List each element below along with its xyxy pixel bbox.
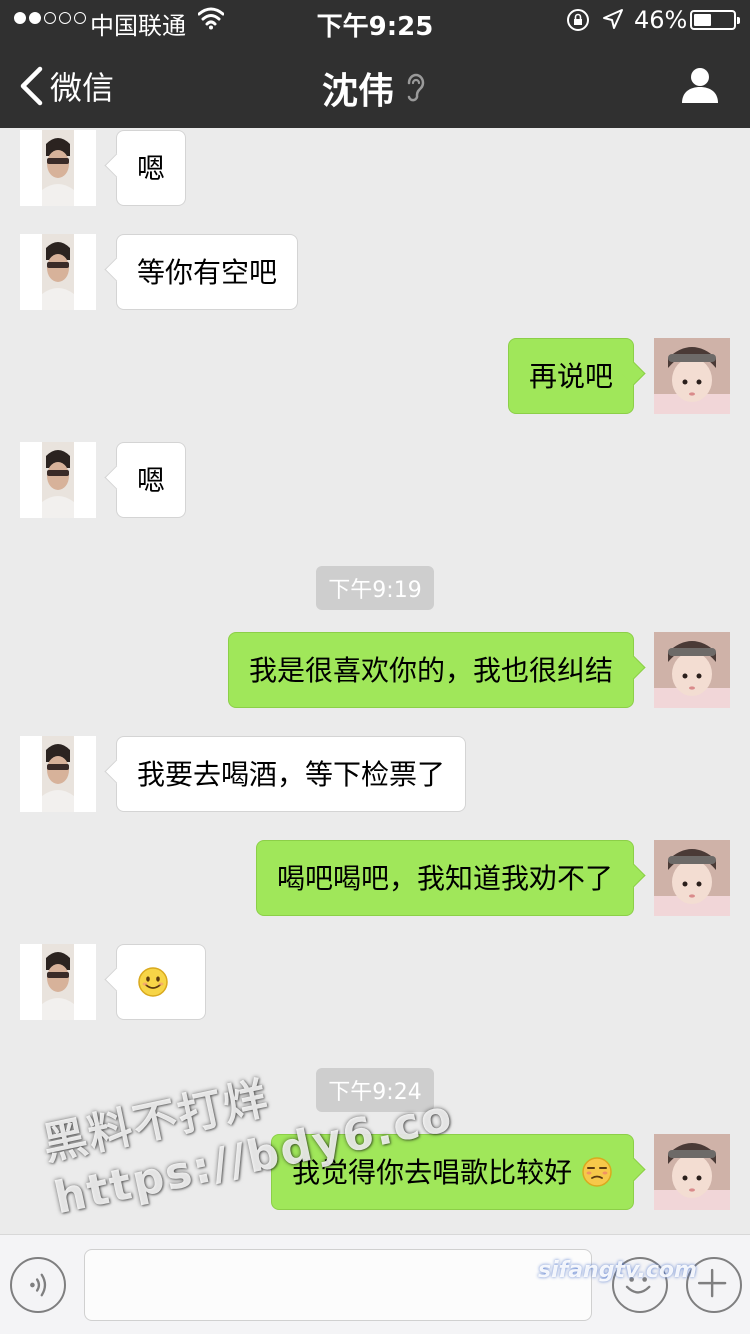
received-message-bubble[interactable]: 嗯 [116, 130, 187, 206]
battery-fill [694, 14, 711, 26]
time-divider: 下午9:19 [0, 566, 750, 610]
timestamp-label: 下午9:19 [316, 566, 434, 610]
earpiece-mode-icon [407, 73, 425, 102]
status-bar: 中国联通 下午9:25 46% [0, 0, 750, 42]
corner-watermark: sifangtv.com [538, 1258, 697, 1283]
battery-icon [690, 10, 740, 30]
smile-emoji-icon [138, 967, 168, 997]
chat-title-bar: 沈伟 [0, 62, 750, 114]
my-avatar[interactable] [654, 840, 730, 916]
received-message-bubble[interactable]: 等你有空吧 [116, 234, 299, 310]
unamused-emoji-icon [582, 1157, 612, 1187]
chat-info-person-icon[interactable] [680, 66, 720, 104]
sent-message-bubble[interactable]: 再说吧 [507, 338, 634, 414]
input-toolbar [0, 1234, 750, 1334]
my-avatar[interactable] [654, 632, 730, 708]
sent-message-bubble[interactable]: 喝吧喝吧，我知道我劝不了 [255, 840, 634, 916]
sent-message-bubble[interactable]: 我是很喜欢你的，我也很纠结 [227, 632, 634, 708]
my-avatar[interactable] [654, 338, 730, 414]
orientation-lock-icon [567, 9, 589, 31]
my-avatar[interactable] [654, 1134, 730, 1210]
voice-input-button[interactable] [10, 1257, 66, 1313]
contact-avatar[interactable] [20, 130, 96, 206]
battery-percent: 46% [634, 6, 688, 34]
top-bar: 中国联通 下午9:25 46% 微信 沈伟 [0, 0, 750, 128]
contact-name: 沈伟 [321, 71, 394, 112]
contact-avatar[interactable] [20, 234, 96, 310]
received-message-bubble[interactable]: 我要去喝酒，等下检票了 [116, 736, 467, 812]
received-message-bubble[interactable]: 嗯 [116, 442, 187, 518]
voice-wave-icon [30, 1273, 47, 1297]
received-emoji-bubble[interactable] [116, 944, 206, 1020]
contact-avatar[interactable] [20, 442, 96, 518]
contact-avatar[interactable] [20, 736, 96, 812]
message-input[interactable] [84, 1249, 592, 1321]
location-icon [603, 9, 623, 29]
contact-avatar[interactable] [20, 944, 96, 1020]
